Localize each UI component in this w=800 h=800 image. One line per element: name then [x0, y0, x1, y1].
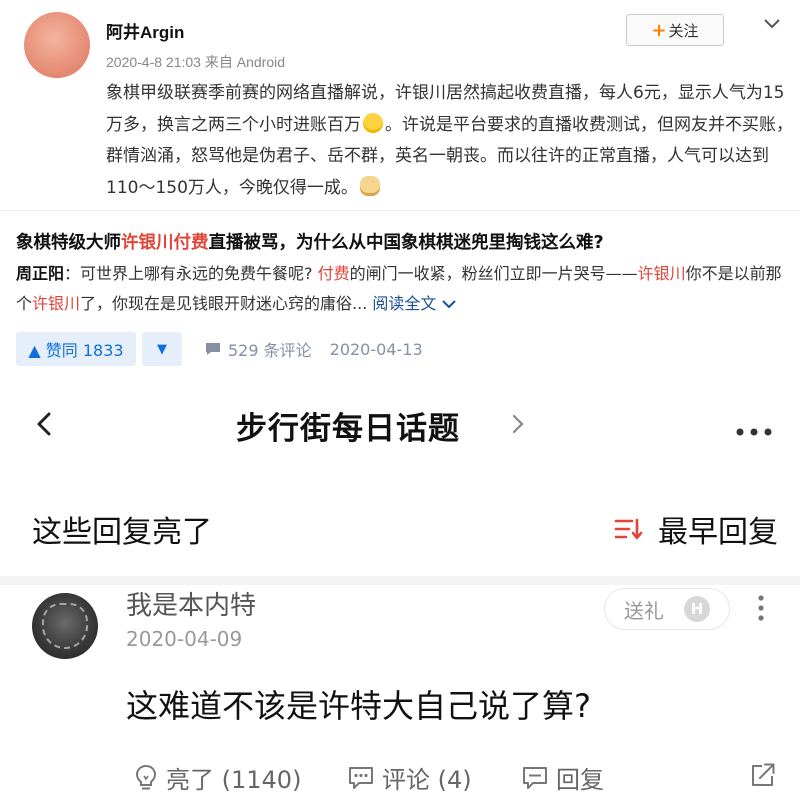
excerpt-highlight: 许银川 — [32, 294, 81, 313]
reply-button[interactable]: 回复 — [520, 760, 604, 795]
title-text-rest: 直播被骂，为什么从中国象棋棋迷兜里掏钱这么难? — [208, 233, 604, 253]
reply-username[interactable]: 我是本内特 — [126, 585, 256, 622]
weibo-username[interactable]: 阿井Argin — [106, 18, 184, 43]
weibo-post-text: 象棋甲级联赛季前赛的网络直播解说，许银川居然搞起收费直播，每人6元，显示人气为1… — [106, 78, 794, 204]
reply-icon — [523, 766, 547, 789]
basketball-net-image — [42, 603, 88, 649]
question-title[interactable]: 象棋特级大师许银川付费直播被骂，为什么从中国象棋棋迷兜里掏钱这么难? — [16, 229, 604, 254]
comments-button[interactable]: 529 条评论 — [204, 337, 312, 361]
excerpt-text: 了，你现在是见钱眼开财迷心窍的庸俗... — [80, 294, 373, 313]
sort-button[interactable]: 最早回复 — [614, 507, 778, 551]
reply-actions: 亮了 (1140) 评论 (4) 回复 — [132, 760, 792, 800]
light-button[interactable]: 亮了 (1140) — [132, 760, 301, 795]
kebab-menu-icon[interactable] — [756, 595, 766, 621]
comment-bubble-icon — [206, 343, 220, 355]
avatar[interactable] — [32, 593, 98, 659]
upvote-button[interactable]: ▲ 赞同 1833 — [16, 332, 136, 366]
answer-date: 2020-04-13 — [329, 339, 423, 359]
lightbulb-icon — [135, 764, 157, 789]
reply-label: 回复 — [556, 766, 604, 794]
follow-button[interactable]: + 关注 — [626, 14, 724, 46]
weibo-post-meta: 2020-4-8 21:03 来自 Android — [106, 54, 285, 70]
chevron-down-icon — [441, 300, 456, 309]
surprise-emoji-icon — [363, 112, 383, 133]
title-highlight: 许银川付费 — [121, 233, 209, 253]
top-nav-bar: 步行街每日话题 — [0, 385, 800, 465]
chevron-down-icon[interactable] — [762, 14, 782, 34]
gift-label: 送礼 — [624, 598, 664, 623]
section-title: 这些回复亮了 — [32, 515, 212, 550]
zhihu-answer-card: 象棋特级大师许银川付费直播被骂，为什么从中国象棋棋迷兜里掏钱这么难? 周正阳：可… — [0, 210, 800, 385]
title-text: 象棋特级大师 — [16, 233, 121, 253]
doge-emoji-icon — [359, 175, 380, 196]
share-button[interactable] — [748, 760, 784, 790]
share-icon — [752, 763, 775, 786]
comment-label: 评论 (4) — [382, 766, 472, 794]
answer-author[interactable]: 周正阳 — [16, 264, 64, 283]
weibo-post: 阿井Argin 2020-4-8 21:03 来自 Android + 关注 象… — [0, 0, 800, 210]
answer-excerpt[interactable]: 周正阳：可世界上哪有永远的免费午餐呢? 付费的闸门一收紧，粉丝们立即一片哭号——… — [16, 259, 791, 319]
hupu-topic-page: 步行街每日话题 这些回复亮了 最早回复 我是本内特 2020-04-09 送礼 … — [0, 385, 800, 800]
back-arrow-icon[interactable] — [32, 411, 58, 437]
chevron-right-icon[interactable] — [508, 413, 528, 435]
plus-icon: + — [651, 19, 667, 41]
downvote-button[interactable]: ▼ — [142, 332, 182, 366]
comment-button[interactable]: 评论 (4) — [346, 760, 472, 795]
comments-count: 529 条评论 — [228, 341, 312, 360]
comment-icon — [349, 766, 373, 789]
more-options-icon[interactable] — [736, 421, 772, 436]
page-title[interactable]: 步行街每日话题 — [236, 403, 460, 448]
answer-actions: ▲ 赞同 1833 ▼ 529 条评论 2020-04-13 — [16, 331, 423, 367]
excerpt-highlight: 许银川 — [637, 264, 686, 283]
follow-label: 关注 — [668, 21, 699, 40]
highlight-replies-header: 这些回复亮了 最早回复 — [0, 465, 800, 585]
sort-label: 最早回复 — [658, 515, 778, 550]
light-label: 亮了 (1140) — [166, 766, 302, 794]
excerpt-text: 的闸门一收紧，粉丝们立即一片哭号—— — [349, 264, 638, 283]
excerpt-text: ：可世界上哪有永远的免费午餐呢? — [64, 264, 318, 283]
sort-icon — [614, 518, 643, 540]
read-all-link[interactable]: 阅读全文 — [372, 294, 456, 313]
hupu-coin-icon: H — [684, 596, 710, 622]
reply-item: 我是本内特 2020-04-09 送礼 H 这难道不该是许特大自己说了算? 亮了… — [0, 585, 800, 800]
read-all-label: 阅读全文 — [372, 294, 437, 313]
reply-content: 这难道不该是许特大自己说了算? — [126, 687, 591, 725]
user-avatar[interactable] — [24, 12, 90, 78]
gift-button[interactable]: 送礼 H — [604, 588, 730, 630]
excerpt-highlight: 付费 — [317, 264, 350, 283]
reply-date: 2020-04-09 — [126, 627, 243, 651]
